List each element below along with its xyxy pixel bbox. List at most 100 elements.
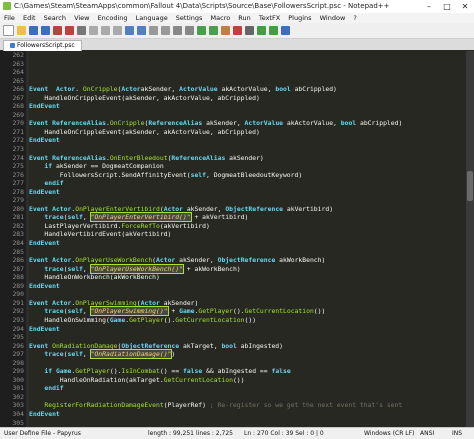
code-token: HandleOnCrippleEvent(akSender, akActorVa…	[29, 93, 260, 102]
code-line[interactable]: 284 EndEvent	[12, 239, 474, 248]
indent-guide-icon[interactable]	[221, 26, 230, 35]
code-line[interactable]: 275 if akSender == DogmeatCompanion	[12, 162, 474, 171]
play-macro-icon[interactable]	[257, 26, 266, 35]
code-line[interactable]: 287 trace(self, "OnPlayerUseWorkBench()"…	[12, 263, 474, 274]
close-all-icon[interactable]	[65, 26, 74, 35]
stop-macro-icon[interactable]	[245, 26, 254, 35]
code-line[interactable]: 278 EndEvent	[12, 188, 474, 197]
code-token: akSender)	[159, 298, 199, 307]
code-line[interactable]: 297 trace(self, "OnRadiationDamage()")	[12, 349, 474, 360]
tab-followersscript[interactable]: FollowersScript.psc	[3, 40, 82, 51]
menu-search[interactable]: Search	[44, 14, 66, 22]
code-line[interactable]: 264	[12, 68, 474, 77]
code-line[interactable]: 279	[12, 196, 474, 205]
paste-icon[interactable]	[113, 26, 122, 35]
code-line[interactable]: 304 EndEvent	[12, 410, 474, 419]
code-line[interactable]: 277 endif	[12, 179, 474, 188]
close-button[interactable]: ✕	[456, 0, 474, 13]
code-line[interactable]: 292 trace(self, "OnPlayerSwimming()" + G…	[12, 306, 474, 317]
code-line[interactable]: 265	[12, 77, 474, 86]
status-insert-mode: INS	[452, 430, 463, 437]
code-line[interactable]: 270 Event ReferenceAlias.OnCripple(Refere…	[12, 119, 474, 128]
menu-settings[interactable]: Settings	[176, 14, 203, 22]
cut-icon[interactable]	[89, 26, 98, 35]
save-all-icon[interactable]	[41, 26, 50, 35]
code-line[interactable]: 283 HandleVertibirdEvent(akVertibird)	[12, 230, 474, 239]
code-line[interactable]: 301 endif	[12, 384, 474, 393]
code-token: Actor	[163, 204, 183, 213]
code-line[interactable]: 294 EndEvent	[12, 325, 474, 334]
code-line[interactable]: 288 HandleOnWorkbench(akWorkBench)	[12, 273, 474, 282]
print-icon[interactable]	[77, 26, 86, 35]
code-token: ,	[82, 264, 91, 273]
code-line[interactable]: 269	[12, 111, 474, 120]
code-line[interactable]: 273	[12, 145, 474, 154]
maximize-button[interactable]: □	[438, 0, 456, 13]
vertical-scrollbar[interactable]	[466, 51, 474, 427]
code-line[interactable]: 293 HandleOnSwimming(Game.GetPlayer().Ge…	[12, 315, 474, 325]
menu-edit[interactable]: Edit	[23, 14, 36, 22]
code-token: akSender,	[140, 85, 180, 94]
menu-encoding[interactable]: Encoding	[98, 14, 128, 22]
code-token: ; Re-register so we get the next event t…	[209, 401, 403, 410]
code-area[interactable]: 262 263 264 265 266 Event Actor. OnCripple(Ac…	[12, 51, 474, 427]
menu-view[interactable]: View	[74, 14, 89, 22]
code-line[interactable]: 271 HandleOnCrippleEvent(akSender, akAct…	[12, 128, 474, 137]
code-line[interactable]: 263	[12, 60, 474, 69]
new-file-icon[interactable]	[3, 25, 14, 36]
code-line[interactable]: 296 Event OnRadiationDamage(ObjectReferen…	[12, 341, 474, 351]
code-token: akTarget,	[179, 341, 222, 350]
close-file-icon[interactable]	[53, 26, 62, 35]
code-token: ().	[163, 315, 176, 324]
menu-textfx[interactable]: TextFX	[259, 14, 280, 22]
code-line[interactable]: 298	[12, 359, 474, 368]
code-line[interactable]: 302	[12, 393, 474, 402]
find-icon[interactable]	[149, 26, 158, 35]
code-line[interactable]: 266 Event Actor. OnCripple(ActorakSender,…	[12, 85, 474, 94]
code-line[interactable]: 282 LastPlayerVertibird.ForceRefTo(akVer…	[12, 222, 474, 231]
code-line[interactable]: 285	[12, 248, 474, 257]
save-macro-icon[interactable]	[281, 26, 290, 35]
zoom-in-icon[interactable]	[173, 26, 182, 35]
code-line[interactable]: 281 trace(self, "OnPlayerEnterVertibird(…	[12, 212, 474, 223]
menu-window[interactable]: Window	[320, 14, 346, 22]
save-icon[interactable]	[29, 26, 38, 35]
code-token: ().	[109, 367, 122, 376]
code-line[interactable]: 303 RegisterForRadiationDamageEvent(Play…	[12, 401, 474, 410]
menu-language[interactable]: Language	[136, 14, 168, 22]
sync-scroll-icon[interactable]	[197, 26, 206, 35]
code-line[interactable]: 286 Event Actor.OnPlayerUseWorkBench(Acto…	[12, 256, 474, 265]
line-number: 296	[12, 341, 24, 350]
code-line[interactable]: 300 HandleOnRadiation(akTarget.GetCurren…	[12, 376, 474, 385]
replace-icon[interactable]	[161, 26, 170, 35]
code-line[interactable]: 305	[12, 419, 474, 427]
code-line[interactable]: 289 EndEvent	[12, 282, 474, 291]
code-line[interactable]: 267 HandleOnCrippleEvent(akSender, akAct…	[12, 93, 474, 103]
code-line[interactable]: 262	[12, 51, 474, 60]
code-line[interactable]: 290	[12, 290, 474, 299]
redo-icon[interactable]	[137, 26, 146, 35]
code-editor[interactable]: 262 263 264 265 266 Event Actor. OnCripple(Ac…	[0, 51, 474, 427]
minimize-button[interactable]: –	[420, 0, 438, 13]
word-wrap-icon[interactable]	[209, 26, 218, 35]
zoom-out-icon[interactable]	[185, 26, 194, 35]
code-token: Actor	[140, 298, 160, 307]
code-line[interactable]: 276 FollowersScript.SendAffinityEvent(se…	[12, 171, 474, 180]
code-line[interactable]: 295	[12, 333, 474, 342]
record-macro-icon[interactable]	[233, 26, 242, 35]
scrollbar-thumb[interactable]	[467, 171, 473, 201]
line-number: 282	[12, 221, 24, 230]
run-macro-multiple-icon[interactable]	[269, 26, 278, 35]
menu-macro[interactable]: Macro	[211, 14, 231, 22]
menu-file[interactable]: File	[4, 14, 15, 22]
copy-icon[interactable]	[101, 26, 110, 35]
code-line[interactable]: 299 if Game.GetPlayer().IsInCombat() == …	[12, 367, 474, 376]
open-file-icon[interactable]	[17, 26, 26, 35]
code-line[interactable]: 274 Event ReferenceAlias.OnEnterBleedout(…	[12, 154, 474, 163]
undo-icon[interactable]	[125, 26, 134, 35]
menu-help[interactable]: ?	[353, 14, 356, 22]
code-line[interactable]: 268 EndEvent	[12, 102, 474, 111]
menu-plugins[interactable]: Plugins	[288, 14, 311, 22]
code-line[interactable]: 272 EndEvent	[12, 136, 474, 145]
menu-run[interactable]: Run	[238, 14, 250, 22]
